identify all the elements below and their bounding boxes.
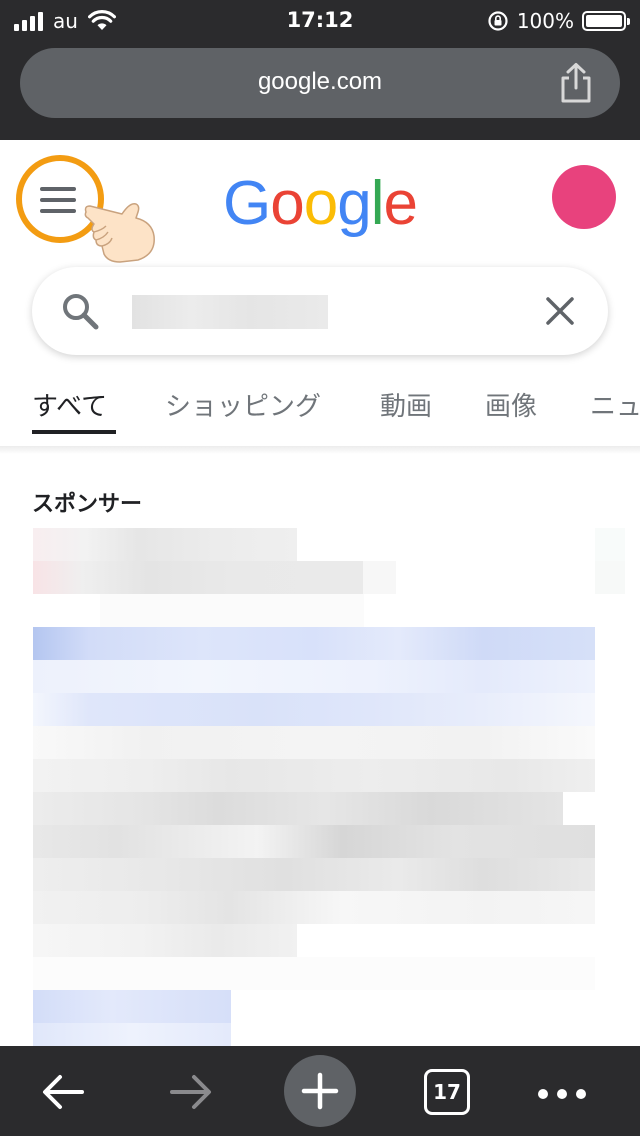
share-icon[interactable] [558, 62, 594, 104]
url-text[interactable]: google.com [20, 68, 620, 96]
plus-icon [301, 1072, 339, 1110]
search-query-redacted[interactable] [132, 295, 328, 329]
status-right: 100% [487, 8, 630, 34]
tabs-divider [0, 446, 640, 454]
status-bar: au 17:12 100% [0, 0, 640, 40]
logo-letter: o [303, 169, 338, 238]
search-tabs: すべて ショッピング 動画 画像 ニュ [0, 378, 640, 438]
back-arrow-icon[interactable] [34, 1062, 94, 1122]
active-tab-indicator [32, 430, 116, 434]
tab-news[interactable]: ニュ [590, 386, 640, 423]
logo-letter: o [270, 169, 304, 238]
tab-videos[interactable]: 動画 [380, 386, 432, 423]
search-icon[interactable] [60, 291, 100, 331]
browser-bottom-toolbar: 17 [0, 1046, 640, 1136]
tab-switcher-button[interactable]: 17 [424, 1069, 470, 1115]
browser-top-bar: au 17:12 100% google.com [0, 0, 640, 140]
tab-all[interactable]: すべて [32, 386, 107, 423]
battery-icon [582, 11, 630, 31]
forward-arrow-icon[interactable] [160, 1062, 220, 1122]
close-icon[interactable] [544, 295, 576, 327]
battery-percentage: 100% [516, 9, 574, 33]
tab-shopping[interactable]: ショッピング [165, 386, 321, 423]
account-avatar[interactable] [552, 165, 616, 229]
sponsored-label: スポンサー [32, 492, 143, 517]
google-logo: Google [0, 168, 640, 239]
logo-letter: g [337, 169, 371, 238]
more-dots-icon[interactable] [538, 1089, 586, 1099]
search-box[interactable] [32, 267, 608, 355]
logo-letter: l [370, 169, 385, 238]
new-tab-button[interactable] [284, 1055, 356, 1127]
rotation-lock-icon [488, 11, 508, 31]
address-bar[interactable]: google.com [20, 48, 620, 118]
logo-letter: G [223, 169, 271, 238]
logo-letter: e [383, 169, 417, 238]
tab-images[interactable]: 画像 [485, 386, 537, 423]
